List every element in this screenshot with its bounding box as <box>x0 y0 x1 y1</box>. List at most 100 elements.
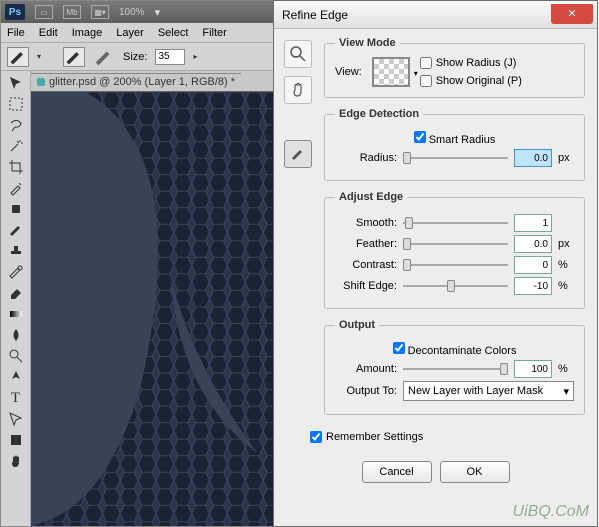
wand-tool-icon[interactable] <box>4 136 28 156</box>
amount-slider[interactable] <box>403 362 508 376</box>
type-tool-icon[interactable]: T <box>4 388 28 408</box>
menu-filter[interactable]: Filter <box>202 27 226 39</box>
chevron-down-icon: ▾ <box>563 385 569 398</box>
pen-tool-icon[interactable] <box>4 367 28 387</box>
radius-label: Radius: <box>335 152 397 164</box>
chevron-down-icon[interactable]: ▾ <box>37 52 41 61</box>
cancel-button[interactable]: Cancel <box>362 461 432 483</box>
contrast-unit: % <box>558 259 574 271</box>
ps-title-icons: ▭ Mb ▦▾ 100% ▾ <box>35 5 160 19</box>
marquee-tool-icon[interactable] <box>4 94 28 114</box>
show-original-checkbox[interactable]: Show Original (P) <box>420 75 522 87</box>
smart-radius-checkbox[interactable]: Smart Radius <box>414 131 496 146</box>
checkbox-icon[interactable] <box>420 57 432 69</box>
adjust-edge-legend: Adjust Edge <box>335 191 407 203</box>
mb-icon[interactable]: Mb <box>63 5 81 19</box>
document-tab-label: glitter.psd @ 200% (Layer 1, RGB/8) * <box>49 76 235 88</box>
ps-options-bar: ▾ Size: ▸ <box>1 43 274 71</box>
crop-tool-icon[interactable] <box>4 157 28 177</box>
screen-mode-icon[interactable]: ▦▾ <box>91 5 109 19</box>
move-tool-icon[interactable] <box>4 73 28 93</box>
remember-label: Remember Settings <box>326 431 423 443</box>
path-tool-icon[interactable] <box>4 409 28 429</box>
menu-file[interactable]: File <box>7 27 25 39</box>
document-canvas[interactable] <box>31 91 274 526</box>
eyedropper-tool-icon[interactable] <box>4 178 28 198</box>
history-brush-icon[interactable] <box>4 262 28 282</box>
ps-main-window: Ps ▭ Mb ▦▾ 100% ▾ File Edit Image Layer … <box>0 0 275 527</box>
radius-unit: px <box>558 152 574 164</box>
checkbox-icon[interactable] <box>310 431 322 443</box>
menu-edit[interactable]: Edit <box>39 27 58 39</box>
output-to-dropdown[interactable]: New Layer with Layer Mask ▾ <box>403 381 574 401</box>
chevron-down-icon[interactable]: ▾ <box>155 6 161 19</box>
checkbox-icon[interactable] <box>393 342 405 354</box>
tool-preset-icon[interactable] <box>7 47 29 67</box>
hand-tool-icon[interactable] <box>284 76 312 104</box>
adjust-edge-group: Adjust Edge Smooth: Feather: px Contrast… <box>324 191 585 309</box>
dodge-tool-icon[interactable] <box>4 346 28 366</box>
menu-image[interactable]: Image <box>72 27 103 39</box>
feather-slider[interactable] <box>403 237 508 251</box>
zoom-level[interactable]: 100% <box>119 7 145 18</box>
decontaminate-checkbox[interactable]: Decontaminate Colors <box>393 342 517 357</box>
ps-tools-panel: T <box>1 71 31 526</box>
dialog-title: Refine Edge <box>282 8 551 22</box>
view-mode-legend: View Mode <box>335 37 400 49</box>
doc-icon <box>37 78 45 86</box>
size-input[interactable] <box>155 49 185 65</box>
dialog-titlebar[interactable]: Refine Edge ✕ <box>274 1 597 29</box>
contrast-input[interactable] <box>514 256 552 274</box>
size-label: Size: <box>123 51 147 63</box>
shift-edge-slider[interactable] <box>403 279 508 293</box>
lasso-tool-icon[interactable] <box>4 115 28 135</box>
blur-tool-icon[interactable] <box>4 325 28 345</box>
show-radius-checkbox[interactable]: Show Radius (J) <box>420 57 522 69</box>
refine-brush-icon[interactable] <box>284 140 312 168</box>
essentials-icon[interactable]: ▭ <box>35 5 53 19</box>
checkbox-icon[interactable] <box>420 75 432 87</box>
zoom-tool-icon[interactable] <box>284 40 312 68</box>
hand-tool-icon[interactable] <box>4 451 28 471</box>
radius-input[interactable] <box>514 149 552 167</box>
amount-label: Amount: <box>335 363 397 375</box>
brush-preset-icon[interactable] <box>63 47 85 67</box>
brush-sample-icon[interactable] <box>93 47 115 67</box>
gradient-tool-icon[interactable] <box>4 304 28 324</box>
watermark: UiBQ.CoM <box>513 503 589 521</box>
edge-detection-legend: Edge Detection <box>335 108 423 120</box>
smooth-slider[interactable] <box>403 216 508 230</box>
output-group: Output Decontaminate Colors Amount: % Ou… <box>324 319 585 415</box>
feather-input[interactable] <box>514 235 552 253</box>
chevron-right-icon[interactable]: ▸ <box>193 52 197 61</box>
radius-slider[interactable] <box>403 151 508 165</box>
eraser-tool-icon[interactable] <box>4 283 28 303</box>
close-icon: ✕ <box>567 7 576 20</box>
amount-input[interactable] <box>514 360 552 378</box>
view-mode-swatch[interactable]: ▾ <box>372 57 410 87</box>
checkbox-icon[interactable] <box>414 131 426 143</box>
stamp-tool-icon[interactable] <box>4 241 28 261</box>
output-to-label: Output To: <box>335 385 397 397</box>
smooth-label: Smooth: <box>335 217 397 229</box>
view-label: View: <box>335 66 362 78</box>
healing-tool-icon[interactable] <box>4 199 28 219</box>
document-tabs: glitter.psd @ 200% (Layer 1, RGB/8) * <box>31 71 274 91</box>
dialog-side-tools <box>284 40 312 168</box>
amount-unit: % <box>558 363 574 375</box>
menu-layer[interactable]: Layer <box>116 27 144 39</box>
output-legend: Output <box>335 319 379 331</box>
brush-tool-icon[interactable] <box>4 220 28 240</box>
remember-settings-checkbox[interactable]: Remember Settings <box>310 431 585 443</box>
show-original-label: Show Original (P) <box>436 75 522 87</box>
menu-select[interactable]: Select <box>158 27 189 39</box>
shift-edge-input[interactable] <box>514 277 552 295</box>
shape-tool-icon[interactable] <box>4 430 28 450</box>
ok-button[interactable]: OK <box>440 461 510 483</box>
document-tab[interactable]: glitter.psd @ 200% (Layer 1, RGB/8) * <box>31 73 241 90</box>
ps-menubar: File Edit Image Layer Select Filter <box>1 23 274 43</box>
contrast-slider[interactable] <box>403 258 508 272</box>
close-button[interactable]: ✕ <box>551 4 593 24</box>
show-radius-label: Show Radius (J) <box>436 57 517 69</box>
smooth-input[interactable] <box>514 214 552 232</box>
